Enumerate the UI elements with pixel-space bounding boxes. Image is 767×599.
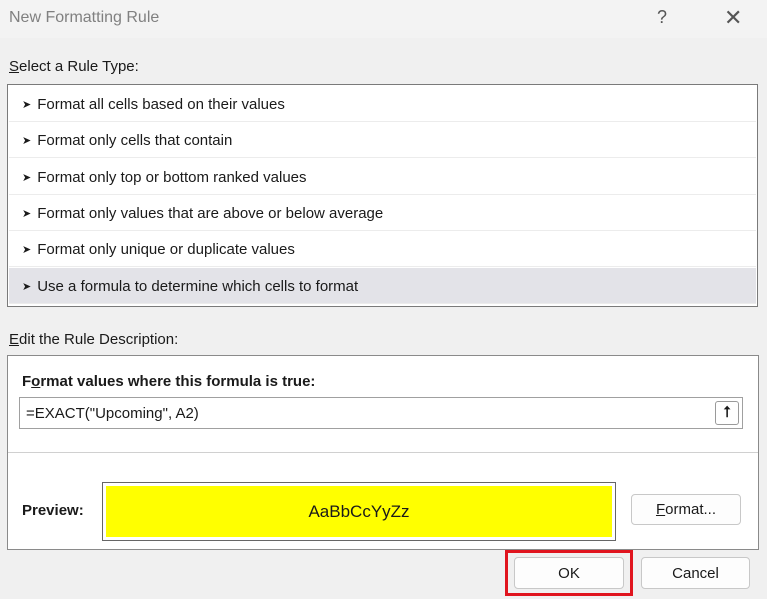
- ok-button[interactable]: OK: [514, 557, 624, 589]
- preview-box: AaBbCcYyZz: [102, 482, 616, 541]
- cancel-button[interactable]: Cancel: [641, 557, 750, 589]
- arrow-icon: ➤: [22, 135, 32, 148]
- formula-input[interactable]: =EXACT("Upcoming", A2) ⭡: [19, 397, 743, 429]
- arrow-icon: ➤: [22, 244, 32, 257]
- button-label: ormat...: [665, 501, 717, 518]
- label-text: rmat values where this formula is true:: [40, 373, 316, 390]
- rule-type-item[interactable]: ➤ Format all cells based on their values: [9, 86, 756, 122]
- accel-key: E: [9, 331, 20, 348]
- rule-type-label: Format only unique or duplicate values: [37, 241, 295, 259]
- preview-label: Preview:: [22, 502, 84, 519]
- arrow-icon: ➤: [22, 280, 32, 293]
- rule-type-list[interactable]: ➤ Format all cells based on their values ➤…: [7, 84, 758, 307]
- accel-key: S: [9, 58, 20, 75]
- rule-type-label: Format all cells based on their values: [37, 96, 285, 113]
- accel-key: F: [655, 501, 666, 518]
- rule-type-label: Format only cells that contain: [37, 132, 233, 150]
- divider: [8, 452, 758, 453]
- formula-text: =EXACT("Upcoming", A2): [26, 405, 199, 422]
- rule-type-item[interactable]: ➤ Format only cells that contain: [9, 122, 756, 159]
- rule-description-panel: Format values where this formula is true…: [7, 355, 759, 550]
- format-button[interactable]: Format...: [631, 494, 741, 525]
- preview-sample: AaBbCcYyZz: [106, 486, 612, 537]
- label-text: F: [22, 373, 32, 390]
- arrow-icon: ➤: [22, 207, 32, 220]
- rule-type-label: Use a formula to determine which cells t…: [37, 277, 359, 295]
- rule-type-label: Format only top or bottom ranked values: [37, 168, 307, 186]
- label-text: elect a Rule Type:: [19, 58, 139, 75]
- arrow-icon: ➤: [22, 171, 32, 184]
- title-bar: New Formatting Rule ? ✕: [0, 0, 767, 38]
- edit-rule-label: Edit the Rule Description:: [9, 331, 178, 348]
- close-icon[interactable]: ✕: [724, 5, 742, 31]
- rule-type-item[interactable]: ➤ Format only unique or duplicate values: [9, 231, 756, 268]
- dialog-title: New Formatting Rule: [9, 9, 160, 26]
- arrow-icon: ➤: [22, 99, 32, 111]
- rule-type-item[interactable]: ➤ Format only values that are above or be…: [9, 195, 756, 231]
- help-icon[interactable]: ?: [657, 7, 667, 28]
- label-text: dit the Rule Description:: [19, 331, 179, 348]
- rule-type-item[interactable]: ➤ Format only top or bottom ranked values: [9, 159, 756, 195]
- accel-key: o: [31, 373, 41, 390]
- rule-type-label: Format only values that are above or bel…: [37, 204, 384, 222]
- collapse-dialog-icon[interactable]: ⭡: [715, 401, 739, 425]
- rule-type-label: Select a Rule Type:: [9, 58, 139, 75]
- rule-type-item[interactable]: ➤ Use a formula to determine which cells …: [9, 267, 756, 304]
- formula-label: Format values where this formula is true…: [22, 373, 315, 390]
